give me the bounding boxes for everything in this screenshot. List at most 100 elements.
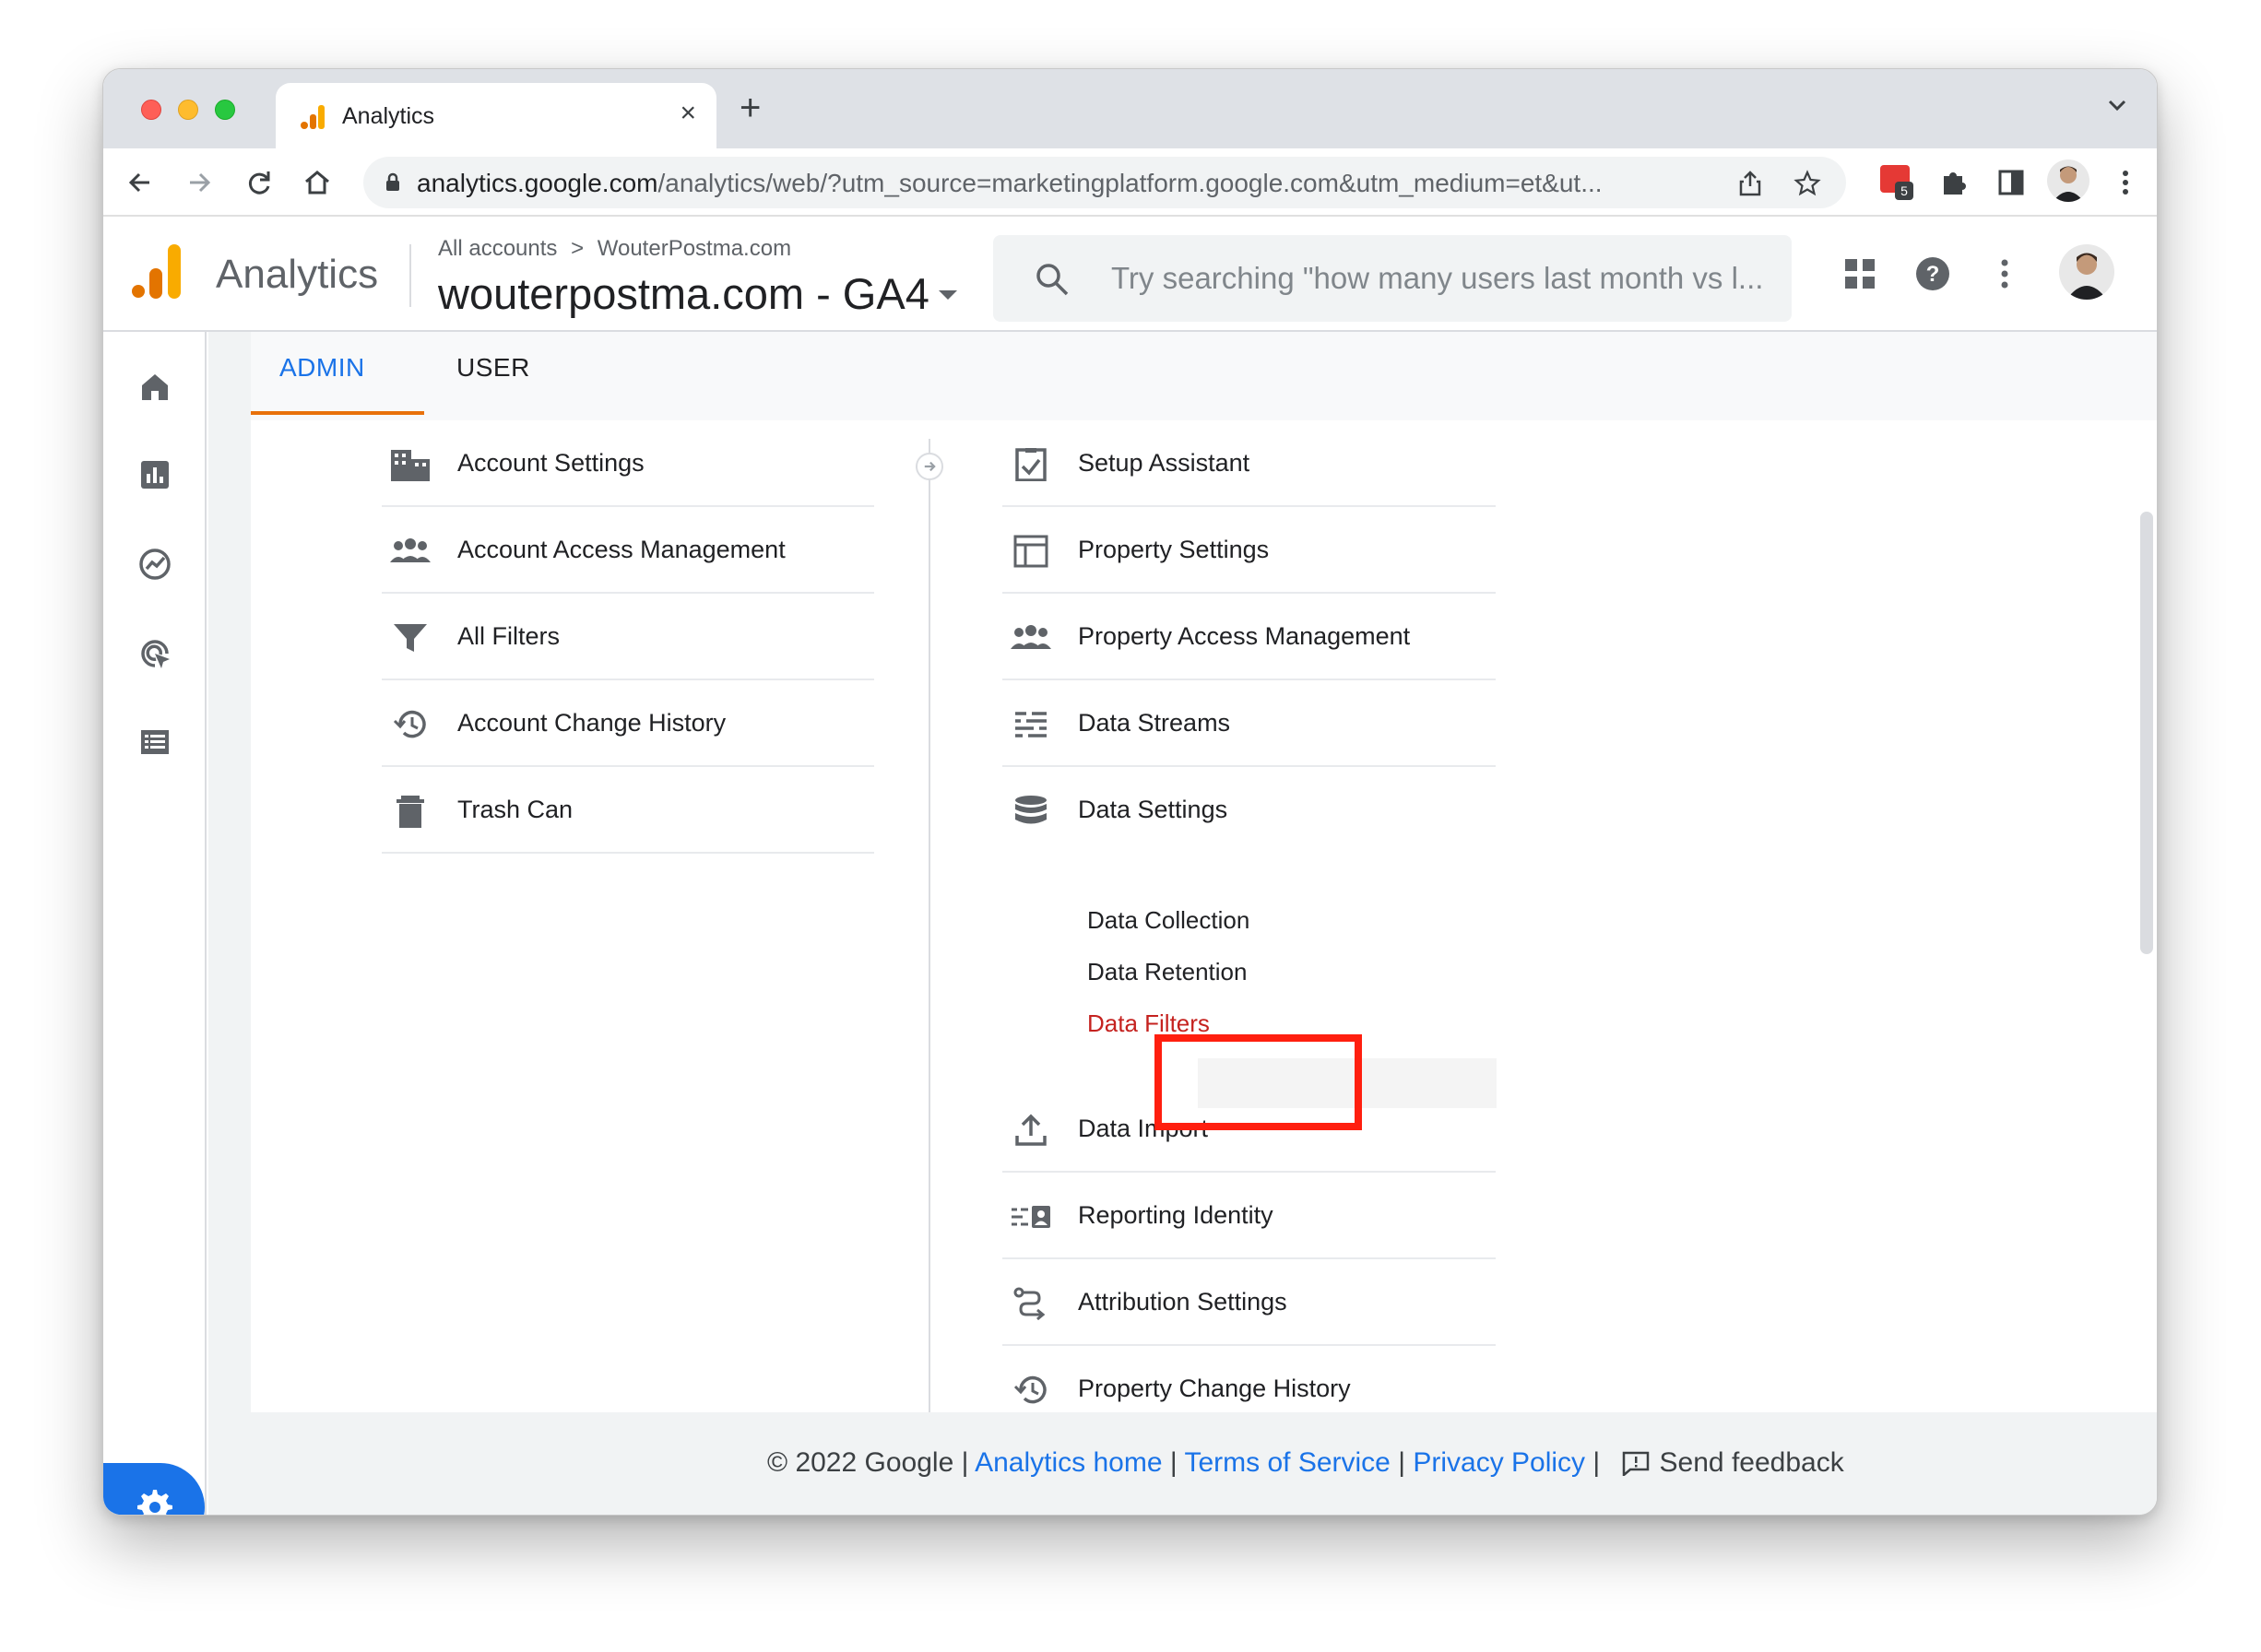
- trash-icon: [397, 796, 424, 828]
- tab-search-chevron-icon[interactable]: [2105, 93, 2129, 117]
- breadcrumb-all-accounts[interactable]: All accounts: [438, 236, 557, 261]
- data-retention-link[interactable]: Data Retention: [1087, 958, 1247, 986]
- history-icon: [393, 710, 426, 738]
- advertising-nav-icon[interactable]: [136, 635, 173, 672]
- data-streams-item[interactable]: Data Streams: [1002, 680, 1496, 767]
- send-feedback-button[interactable]: Send feedback: [1621, 1447, 1844, 1478]
- trash-can-item[interactable]: Trash Can: [382, 767, 874, 854]
- tab-user[interactable]: USER: [435, 332, 564, 420]
- upload-icon: [1015, 1114, 1047, 1146]
- apps-grid-icon[interactable]: [1841, 255, 1878, 292]
- bookmark-star-icon[interactable]: [1793, 170, 1821, 197]
- close-tab-icon[interactable]: ×: [680, 100, 696, 127]
- data-collection-link[interactable]: Data Collection: [1087, 906, 1249, 935]
- attribution-settings-item[interactable]: Attribution Settings: [1002, 1259, 1496, 1346]
- account-change-history-item[interactable]: Account Change History: [382, 680, 874, 767]
- filter-icon: [394, 624, 427, 652]
- breadcrumb[interactable]: All accounts > WouterPostma.com: [438, 236, 791, 262]
- all-filters-item[interactable]: All Filters: [382, 594, 874, 680]
- ga-header: Analytics All accounts > WouterPostma.co…: [103, 217, 2157, 332]
- analytics-favicon-icon: [301, 105, 325, 129]
- checklist-icon: [1015, 448, 1047, 481]
- account-access-label: Account Access Management: [457, 536, 786, 563]
- search-placeholder[interactable]: Try searching "how many users last month…: [1111, 261, 1763, 296]
- left-nav-rail: [103, 332, 207, 1515]
- configure-nav-icon[interactable]: [136, 724, 173, 761]
- reporting-identity-item[interactable]: Reporting Identity: [1002, 1173, 1496, 1259]
- tab-user-label: USER: [456, 353, 530, 382]
- lock-icon[interactable]: [382, 171, 404, 194]
- admin-panel: Account Settings Account Access Manageme…: [251, 420, 2157, 1433]
- property-access-item[interactable]: Property Access Management: [1002, 594, 1496, 680]
- property-settings-label: Property Settings: [1078, 536, 1270, 563]
- footer-separator: |: [1592, 1447, 1601, 1478]
- account-change-history-label: Account Change History: [457, 709, 727, 737]
- account-avatar[interactable]: [2059, 244, 2114, 300]
- browser-toolbar: analytics.google.com/analytics/web/?utm_…: [103, 148, 2157, 217]
- setup-assistant-label: Setup Assistant: [1078, 449, 1250, 477]
- svg-text:?: ?: [1926, 262, 1940, 287]
- browser-menu-icon[interactable]: [2108, 165, 2143, 200]
- account-settings-item[interactable]: Account Settings: [382, 420, 874, 507]
- forward-arrow-icon[interactable]: [183, 166, 216, 199]
- back-arrow-icon[interactable]: [124, 166, 157, 199]
- browser-tab[interactable]: Analytics ×: [276, 83, 716, 148]
- data-settings-item[interactable]: Data Settings: [1002, 767, 1496, 854]
- extensions-puzzle-icon[interactable]: [1936, 165, 1971, 200]
- analytics-home-link[interactable]: Analytics home: [975, 1447, 1162, 1478]
- address-bar[interactable]: analytics.google.com/analytics/web/?utm_…: [363, 157, 1846, 208]
- side-panel-icon[interactable]: [1994, 165, 2029, 200]
- breadcrumb-separator: >: [571, 236, 585, 261]
- new-tab-icon[interactable]: +: [740, 89, 761, 126]
- feedback-icon: [1622, 1451, 1649, 1476]
- analytics-logo-icon[interactable]: [131, 242, 184, 300]
- profile-avatar[interactable]: [2047, 159, 2089, 202]
- help-icon[interactable]: ?: [1914, 255, 1951, 292]
- reporting-identity-label: Reporting Identity: [1078, 1201, 1273, 1229]
- tab-admin[interactable]: ADMIN: [251, 332, 424, 420]
- building-icon: [391, 450, 430, 481]
- property-dropdown-caret-icon[interactable]: [939, 290, 957, 300]
- terms-of-service-link[interactable]: Terms of Service: [1184, 1447, 1390, 1478]
- extension-calendar-icon[interactable]: 5: [1878, 161, 1915, 200]
- admin-nav-button[interactable]: [103, 1463, 205, 1515]
- footer-separator: |: [961, 1447, 969, 1478]
- maximize-window-button[interactable]: [215, 100, 235, 120]
- account-settings-label: Account Settings: [457, 449, 645, 477]
- gear-icon: [137, 1490, 172, 1515]
- app-name: Analytics: [216, 252, 379, 297]
- vertical-scrollbar[interactable]: [2140, 512, 2153, 954]
- minimize-window-button[interactable]: [178, 100, 198, 120]
- property-settings-item[interactable]: Property Settings: [1002, 507, 1496, 594]
- property-selector[interactable]: wouterpostma.com - GA4: [438, 268, 929, 319]
- share-icon[interactable]: [1736, 170, 1764, 197]
- reports-nav-icon[interactable]: [136, 456, 173, 493]
- history-icon: [1013, 1375, 1047, 1404]
- trash-can-label: Trash Can: [457, 796, 574, 823]
- close-window-button[interactable]: [141, 100, 161, 120]
- people-icon: [1011, 625, 1051, 649]
- column-arrow-icon: [916, 453, 943, 480]
- footer-copyright: © 2022 Google: [767, 1447, 954, 1478]
- setup-assistant-item[interactable]: Setup Assistant: [1002, 420, 1496, 507]
- tab-strip: Analytics × +: [103, 69, 2157, 148]
- identity-icon: [1012, 1206, 1050, 1228]
- home-icon[interactable]: [301, 166, 334, 199]
- highlight-annotation-box: [1154, 1034, 1362, 1130]
- breadcrumb-account[interactable]: WouterPostma.com: [598, 236, 791, 261]
- extension-badge: 5: [1895, 182, 1913, 200]
- explore-nav-icon[interactable]: [136, 546, 173, 583]
- browser-window: Analytics × + analytics.google.com/analy…: [102, 68, 2158, 1516]
- data-settings-label: Data Settings: [1078, 796, 1228, 823]
- home-nav-icon[interactable]: [136, 369, 173, 406]
- url-text[interactable]: analytics.google.com/analytics/web/?utm_…: [417, 169, 1603, 198]
- reload-icon[interactable]: [243, 166, 276, 199]
- more-vert-icon[interactable]: [1986, 255, 2023, 292]
- search-bar[interactable]: Try searching "how many users last month…: [993, 235, 1792, 322]
- privacy-policy-link[interactable]: Privacy Policy: [1413, 1447, 1585, 1478]
- search-icon: [1036, 264, 1069, 296]
- footer-separator: |: [1169, 1447, 1178, 1478]
- account-access-item[interactable]: Account Access Management: [382, 507, 874, 594]
- tab-title: Analytics: [342, 103, 435, 129]
- footer: © 2022 Google | Analytics home | Terms o…: [208, 1412, 2157, 1515]
